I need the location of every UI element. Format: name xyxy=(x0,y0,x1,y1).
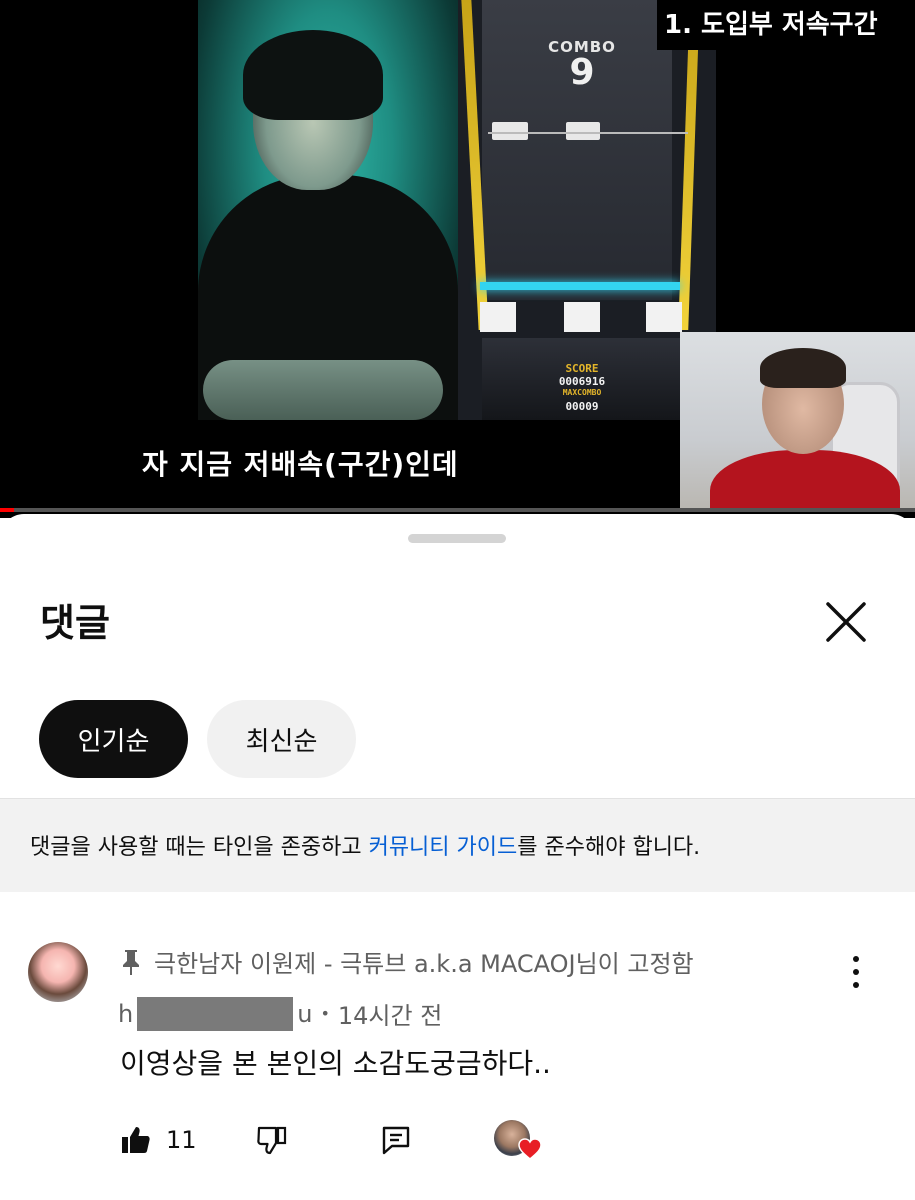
author-name-suffix[interactable]: u xyxy=(297,1000,312,1028)
reply-icon xyxy=(382,1126,410,1155)
maxcombo-label: MAXCOMBO xyxy=(562,388,602,397)
video-player[interactable]: COMBO 9 SCORE 0006916 MAXCOMBO 00009 1. … xyxy=(0,0,915,518)
comment-more-button[interactable] xyxy=(840,952,872,992)
score-label: SCORE xyxy=(565,362,599,375)
more-vert-icon xyxy=(853,956,859,962)
chapter-title: 1. 도입부 저속구간 xyxy=(664,10,878,40)
comment-text: 이영상을 본 본인의 소감도궁금하다.. xyxy=(120,1047,551,1080)
guideline-text-before: 댓글을 사용할 때는 타인을 존중하고 xyxy=(30,835,369,860)
creator-heart-badge xyxy=(494,1118,542,1164)
combo-value: 9 xyxy=(569,52,595,93)
meta-separator: • xyxy=(320,1004,330,1023)
video-progress-bar[interactable] xyxy=(0,508,915,512)
performer-webcam xyxy=(198,0,458,420)
like-icon xyxy=(122,1127,150,1153)
video-subtitle: 자 지금 저배속(구간)인데 xyxy=(142,448,459,481)
pinned-by-text: 극한남자 이원제 - 극튜브 a.k.a MACAOJ님이 고정함 xyxy=(154,950,694,978)
dislike-button[interactable] xyxy=(256,1118,288,1162)
score-value: 0006916 xyxy=(558,375,606,388)
like-count: 11 xyxy=(166,1126,197,1154)
sheet-title: 댓글 xyxy=(40,601,110,645)
dislike-icon xyxy=(257,1126,287,1155)
video-progress-fill xyxy=(0,508,14,512)
community-guidelines-link[interactable]: 커뮤니티 가이드 xyxy=(369,835,518,860)
close-icon xyxy=(826,602,866,642)
reply-button[interactable] xyxy=(380,1118,412,1162)
like-button[interactable]: 11 xyxy=(120,1118,197,1162)
heart-icon xyxy=(518,1138,542,1160)
comment-time[interactable]: 14시간 전 xyxy=(338,996,442,1031)
close-button[interactable] xyxy=(818,594,874,650)
author-name-prefix[interactable]: h xyxy=(118,1000,133,1028)
redacted-author-name xyxy=(137,996,294,1031)
streamer-webcam xyxy=(680,332,915,512)
guideline-text-after: 를 준수해야 합니다. xyxy=(517,835,701,860)
community-guideline-notice: 댓글을 사용할 때는 타인을 존중하고 커뮤니티 가이드를 준수해야 합니다. xyxy=(0,798,915,892)
maxcombo-value: 00009 xyxy=(565,400,599,413)
drag-handle[interactable] xyxy=(408,534,506,543)
sort-chip-newest[interactable]: 최신순 xyxy=(207,700,356,778)
judgement-line xyxy=(480,282,680,290)
sort-chip-top[interactable]: 인기순 xyxy=(39,700,188,778)
comment-meta: h u • 14시간 전 xyxy=(118,996,442,1031)
pin-icon xyxy=(123,949,139,975)
comment-actions: 11 xyxy=(120,1118,880,1162)
commenter-avatar[interactable] xyxy=(28,942,88,1002)
rhythm-game-screen: COMBO 9 SCORE 0006916 MAXCOMBO 00009 xyxy=(458,0,716,420)
pinned-indicator: 극한남자 이원제 - 극튜브 a.k.a MACAOJ님이 고정함 xyxy=(120,944,694,979)
comments-sheet: 댓글 인기순 최신순 댓글을 사용할 때는 타인을 존중하고 커뮤니티 가이드를… xyxy=(0,514,915,1200)
